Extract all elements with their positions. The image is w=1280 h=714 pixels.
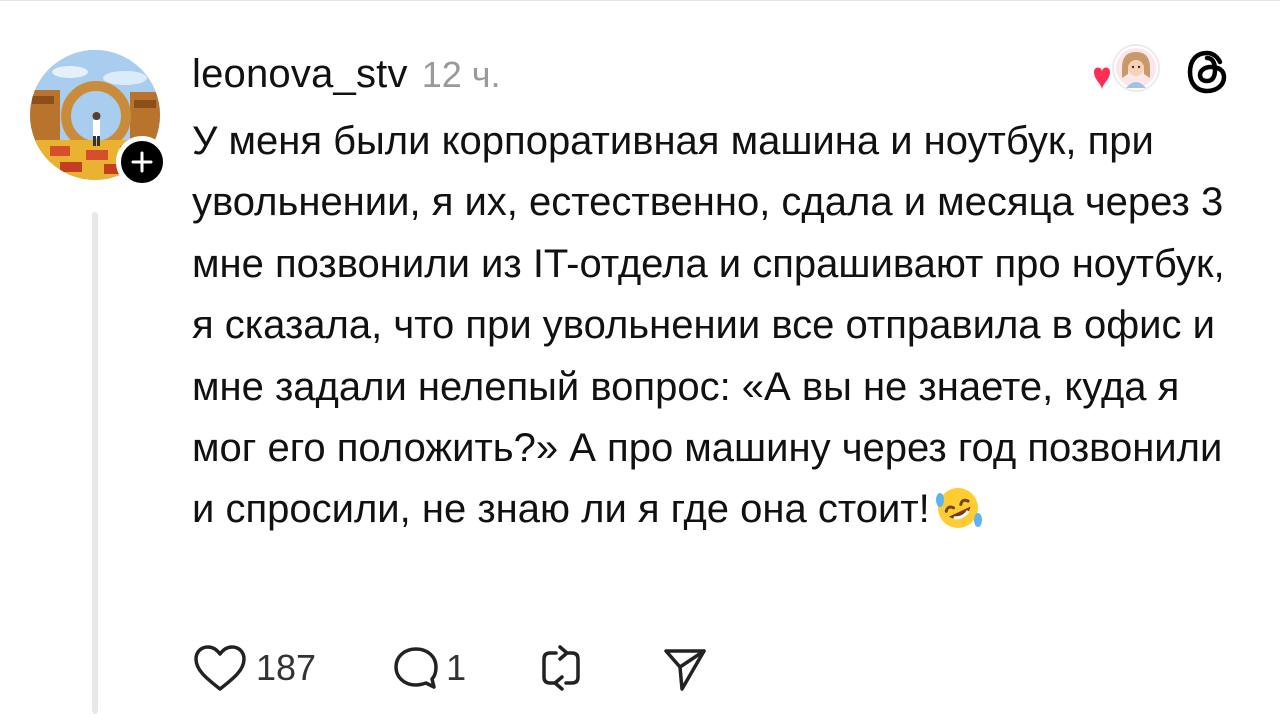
post-text: У меня были корпоративная машина и ноутб… xyxy=(192,119,1225,532)
like-button[interactable]: 187 xyxy=(192,643,316,693)
speech-bubble-icon xyxy=(394,647,438,689)
heart-outline-icon xyxy=(194,645,246,691)
threads-logo-glyph xyxy=(1187,50,1227,94)
post-body: У меня были корпоративная машина и ноутб… xyxy=(192,111,1252,551)
liked-by-avatar-icon xyxy=(1094,44,1160,92)
post-header: leonova_stv 12 ч. xyxy=(192,52,501,96)
share-button[interactable] xyxy=(660,643,710,693)
reply-button[interactable]: 1 xyxy=(390,643,466,693)
thread-line xyxy=(92,212,98,714)
like-count: 187 xyxy=(256,647,317,688)
threads-logo-icon[interactable] xyxy=(1182,46,1234,98)
send-icon xyxy=(664,649,706,691)
rolling-on-floor-laughing-emoji-icon xyxy=(932,484,984,550)
post-timestamp: 12 ч. xyxy=(421,54,501,95)
follow-button[interactable] xyxy=(116,136,168,188)
username-link[interactable]: leonova_stv xyxy=(192,52,408,97)
reply-count: 1 xyxy=(446,647,467,688)
post-actions: 187 1 xyxy=(192,638,710,698)
plus-icon xyxy=(131,151,153,173)
top-divider xyxy=(0,0,1280,1)
liked-by-indicator[interactable] xyxy=(1084,44,1164,100)
repost-button[interactable] xyxy=(536,643,586,693)
repost-icon xyxy=(542,645,580,691)
